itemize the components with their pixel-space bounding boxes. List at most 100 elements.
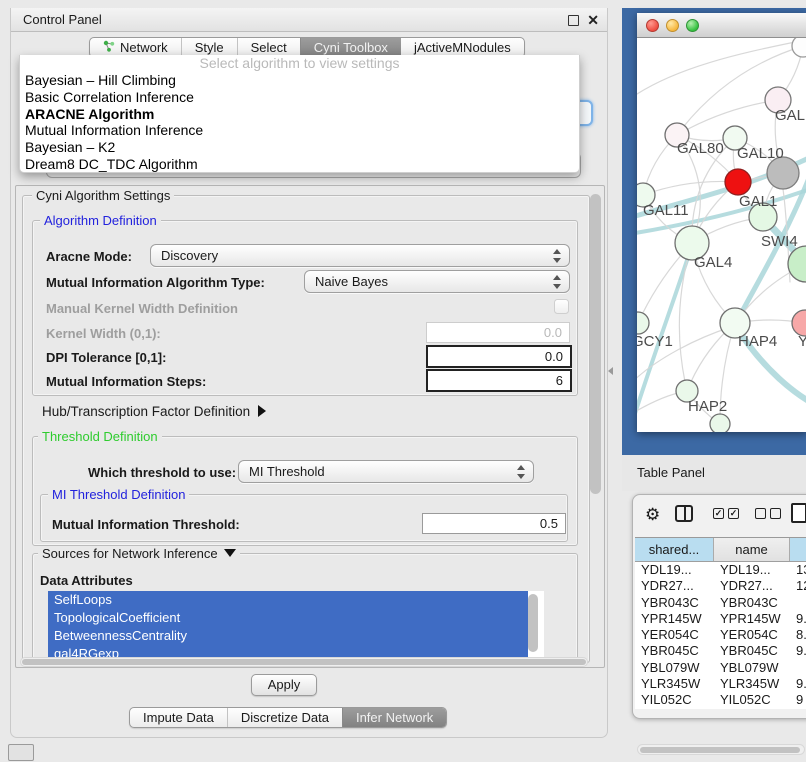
node-label: SWI4 — [761, 233, 798, 250]
algorithm-option[interactable]: Dream8 DC_TDC Algorithm — [20, 156, 579, 173]
attribute-item[interactable]: TopologicalCoefficient — [48, 609, 528, 627]
which-threshold-label: Which threshold to use: — [88, 465, 236, 480]
table-row[interactable]: YIL052CYIL052C9 — [635, 692, 806, 708]
table-cell: 8. — [790, 627, 806, 643]
column-header-shared...[interactable]: shared... — [635, 538, 714, 561]
tab-label: Infer Network — [356, 708, 433, 727]
settings-horizontal-scrollbar[interactable] — [20, 657, 588, 667]
mi-steps-label: Mutual Information Steps: — [46, 374, 206, 389]
cyni-settings-scrollpane: Cyni Algorithm Settings Algorithm Defini… — [15, 185, 605, 668]
split-columns-icon[interactable] — [675, 505, 693, 522]
dpi-tolerance-field[interactable]: 0.0 — [426, 345, 572, 368]
algorithm-option[interactable]: Basic Correlation Inference — [20, 89, 579, 106]
control-panel-titlebar: Control Panel ✕ — [11, 8, 607, 32]
network-node[interactable] — [792, 38, 806, 57]
aracne-mode-combobox[interactable]: Discovery — [150, 244, 570, 267]
zoom-traffic-icon[interactable] — [686, 19, 699, 32]
column-header-A[interactable]: A — [790, 538, 806, 561]
tab-infer-network[interactable]: Infer Network — [342, 708, 446, 727]
tab-discretize-data[interactable]: Discretize Data — [227, 708, 342, 727]
gear-icon[interactable]: ⚙ — [645, 505, 660, 525]
network-node-GCY1[interactable] — [637, 312, 649, 334]
node-label: GAL1 — [739, 193, 777, 210]
kernel-width-field[interactable]: 0.0 — [426, 322, 570, 343]
algorithm-option[interactable]: ARACNE Algorithm — [20, 106, 579, 123]
stepper-arrows-icon — [553, 248, 561, 264]
tab-impute-data[interactable]: Impute Data — [130, 708, 227, 727]
minimized-panel-icon[interactable] — [8, 744, 34, 761]
mi-algorithm-type-combobox[interactable]: Naive Bayes — [304, 270, 570, 293]
table-cell: YIL052C — [714, 692, 790, 708]
table-row[interactable]: YLR345WYLR345W9. — [635, 676, 806, 692]
mi-steps-field[interactable]: 6 — [426, 369, 572, 392]
table-cell: YBR045C — [714, 643, 790, 659]
node-label: GAL11 — [643, 202, 689, 219]
stepper-arrows-icon — [517, 464, 525, 480]
hub-definition-label: Hub/Transcription Factor Definition — [42, 404, 250, 419]
algorithm-dropdown-popup: Select algorithm to view settings Bayesi… — [19, 55, 580, 173]
table-cell: 9. — [790, 611, 806, 627]
table-horizontal-scrollbar[interactable] — [637, 744, 805, 755]
table-row[interactable]: YBL079WYBL079W — [635, 660, 806, 676]
kernel-width-label: Kernel Width (0,1): — [46, 326, 161, 341]
table-cell: YDR27... — [635, 578, 714, 594]
table-row[interactable]: YPR145WYPR145W9. — [635, 611, 806, 627]
float-window-icon[interactable] — [568, 15, 579, 26]
close-icon[interactable]: ✕ — [587, 13, 599, 27]
network-canvas[interactable]: GALGAL80GAL10GAL1GAL11GAL4SWI4GCY1HAP4YH… — [637, 38, 806, 432]
table-cell: YPR145W — [714, 611, 790, 627]
attribute-item[interactable]: BetweennessCentrality — [48, 627, 528, 645]
algorithm-option[interactable]: Mutual Information Inference — [20, 122, 579, 139]
select-all-icon[interactable]: ✓✓ — [713, 508, 739, 519]
mi-threshold-field[interactable]: 0.5 — [422, 513, 566, 534]
file-icon[interactable] — [791, 503, 806, 523]
column-header-name[interactable]: name — [714, 538, 790, 561]
data-attributes-label: Data Attributes — [40, 573, 133, 588]
network-edge — [637, 392, 683, 414]
sources-group-title[interactable]: Sources for Network Inference — [38, 546, 240, 561]
stepper-arrows-icon — [553, 274, 561, 290]
table-row[interactable]: YBR045CYBR045C9. — [635, 643, 806, 659]
table-cell: YER054C — [714, 627, 790, 643]
threshold-definition-title: Threshold Definition — [38, 429, 162, 444]
table-row[interactable]: YDR27...YDR27...12 — [635, 578, 806, 594]
attributes-list-scrollbar[interactable] — [528, 594, 538, 652]
splitpane-gripper-icon[interactable] — [608, 367, 613, 375]
algorithm-dropdown-prompt: Select algorithm to view settings — [20, 55, 579, 72]
table-cell: YER054C — [635, 627, 714, 643]
attribute-item[interactable]: SelfLoops — [48, 591, 528, 609]
network-window-titlebar[interactable] — [637, 13, 806, 38]
manual-kernel-width-checkbox[interactable] — [554, 299, 569, 314]
mi-algorithm-type-label: Mutual Information Algorithm Type: — [46, 275, 265, 290]
expand-right-icon — [258, 405, 266, 417]
cyni-mode-tab-bar: Impute Data Discretize Data Infer Network — [129, 707, 447, 728]
node-label: GAL4 — [694, 254, 732, 271]
tab-label: Impute Data — [143, 708, 214, 727]
table-row[interactable]: YDL19...YDL19...13 — [635, 562, 806, 578]
control-panel: Control Panel ✕ NetworkStyleSelectCyni T… — [10, 8, 608, 738]
table-cell: 12 — [790, 578, 806, 594]
table-panel-header: Table Panel — [622, 455, 806, 491]
network-node[interactable] — [710, 414, 730, 432]
network-node-GAL1[interactable] — [725, 169, 751, 195]
close-traffic-icon[interactable] — [646, 19, 659, 32]
control-panel-title: Control Panel — [23, 12, 102, 27]
data-attributes-list[interactable]: SelfLoopsTopologicalCoefficientBetweenne… — [48, 591, 544, 665]
settings-vertical-scrollbar[interactable] — [590, 194, 601, 494]
algorithm-option[interactable]: Bayesian – K2 — [20, 139, 579, 156]
hub-definition-toggle[interactable]: Hub/Transcription Factor Definition — [42, 404, 266, 419]
which-threshold-value: MI Threshold — [249, 464, 325, 479]
deselect-all-icon[interactable] — [755, 508, 781, 519]
which-threshold-combobox[interactable]: MI Threshold — [238, 460, 534, 483]
table-row[interactable]: YBR043CYBR043C — [635, 595, 806, 611]
table-cell: YBL079W — [714, 660, 790, 676]
minimize-traffic-icon[interactable] — [666, 19, 679, 32]
network-graph[interactable]: GALGAL80GAL10GAL1GAL11GAL4SWI4GCY1HAP4YH… — [637, 38, 806, 432]
network-edge — [679, 243, 692, 391]
table-cell: YLR345W — [714, 676, 790, 692]
algorithm-option[interactable]: Bayesian – Hill Climbing — [20, 72, 579, 89]
sources-title-label: Sources for Network Inference — [42, 546, 218, 561]
table-row[interactable]: YER054CYER054C8. — [635, 627, 806, 643]
network-view-window: GALGAL80GAL10GAL1GAL11GAL4SWI4GCY1HAP4YH… — [637, 13, 806, 432]
apply-button[interactable]: Apply — [251, 674, 317, 696]
